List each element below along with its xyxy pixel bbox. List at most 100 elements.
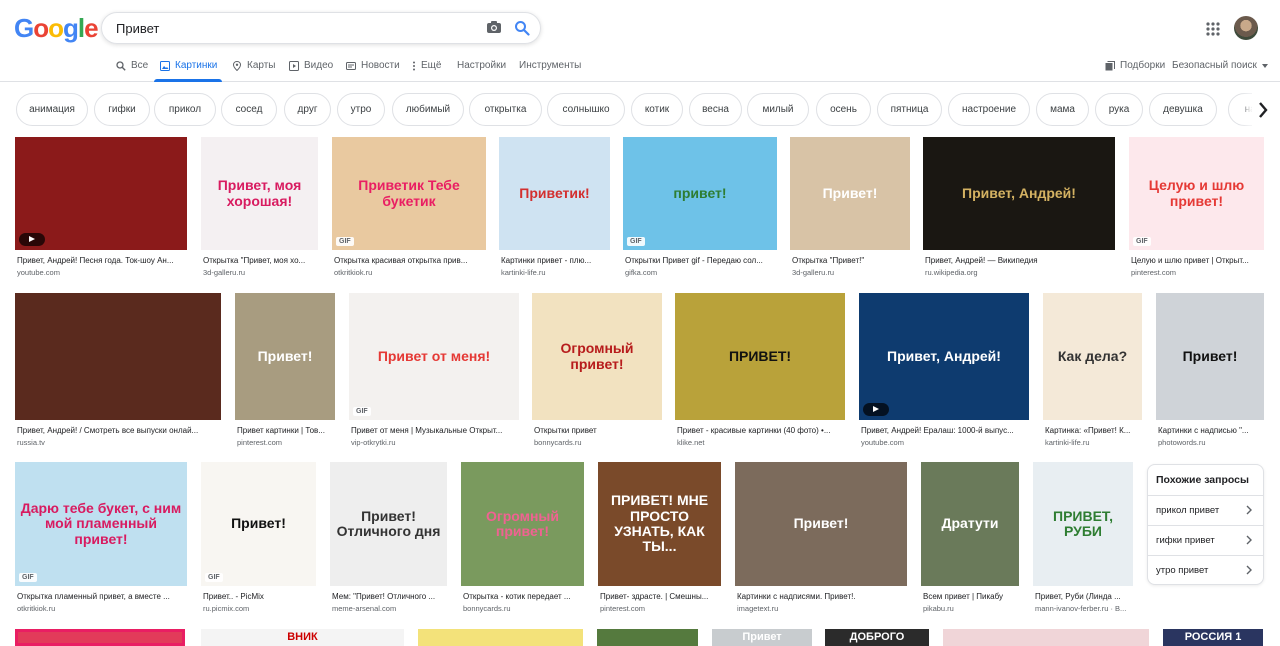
chip-16[interactable]: рука (1095, 93, 1143, 126)
result-title[interactable]: Целую и шлю привет | Открыт... (1131, 256, 1264, 265)
chip-2[interactable]: прикол (154, 93, 216, 126)
apps-grid-icon[interactable] (1206, 22, 1220, 36)
related-item[interactable]: гифки привет (1148, 525, 1263, 555)
result-title[interactable]: Всем привет | Пикабу (923, 592, 1019, 601)
chip-9[interactable]: котик (631, 93, 683, 126)
result-title[interactable]: Привет, Андрей! Песня года. Ток-шоу Ан..… (17, 256, 187, 265)
result-thumbnail[interactable]: Приветик! (499, 137, 610, 250)
image-result[interactable]: ДОБРОГО (825, 629, 929, 646)
image-result[interactable]: Дратути Всем привет | Пикабу pikabu.ru (921, 462, 1019, 618)
chip-0[interactable]: анимация (16, 93, 88, 126)
result-title[interactable]: Привет от меня | Музыкальные Открыт... (351, 426, 519, 435)
result-source[interactable]: youtube.com (861, 438, 1029, 447)
image-result[interactable]: Дарю тебе букет, с ним мой пламенный при… (15, 462, 187, 618)
result-source[interactable]: youtube.com (17, 268, 187, 277)
tools-link[interactable]: Инструменты (519, 60, 581, 71)
result-source[interactable]: imagetext.ru (737, 604, 907, 613)
related-item[interactable]: утро привет (1148, 555, 1263, 585)
chip-12[interactable]: осень (816, 93, 871, 126)
result-source[interactable]: otkritkiok.ru (334, 268, 486, 277)
image-result[interactable]: привет! GIF Открытки Привет gif - Передаю … (623, 137, 777, 282)
chip-4[interactable]: друг (284, 93, 331, 126)
image-result[interactable]: Приветик Тебе букетик GIF Открытка красива… (332, 137, 486, 282)
result-title[interactable]: Привет, Андрей! / Смотреть все выпуски о… (17, 426, 221, 435)
image-result[interactable]: ВНИК (201, 629, 404, 646)
avatar[interactable] (1234, 16, 1258, 40)
result-source[interactable]: kartinki-life.ru (501, 268, 610, 277)
image-result[interactable]: Привет (712, 629, 812, 646)
result-source[interactable]: mann-ivanov-ferber.ru · В... (1035, 604, 1133, 613)
result-title[interactable]: Открытка "Привет, моя хо... (203, 256, 318, 265)
result-source[interactable]: kartinki-life.ru (1045, 438, 1142, 447)
result-thumbnail[interactable]: ПРИВЕТ! МНЕ ПРОСТО УЗНАТЬ, КАК ТЫ... (598, 462, 721, 586)
chip-13[interactable]: пятница (877, 93, 942, 126)
result-thumbnail[interactable]: Привет! (1156, 293, 1264, 420)
result-thumbnail[interactable]: Привет, Андрей! (923, 137, 1115, 250)
result-thumbnail[interactable]: Дратути (921, 462, 1019, 586)
result-title[interactable]: Привет, Андрей! Ералаш: 1000-й выпус... (861, 426, 1029, 435)
result-title[interactable]: Привет, Руби (Линда ... (1035, 592, 1133, 601)
result-source[interactable]: gifka.com (625, 268, 777, 277)
chip-14[interactable]: настроение (948, 93, 1030, 126)
result-title[interactable]: Картинка: «Привет! К... (1045, 426, 1142, 435)
result-title[interactable]: Привет картинки | Тов... (237, 426, 335, 435)
tab-video[interactable]: Видео (289, 60, 333, 71)
image-result[interactable]: РОССИЯ 1 (1163, 629, 1263, 646)
search-input[interactable]: Привет (116, 21, 159, 36)
tab-maps[interactable]: Карты (232, 60, 276, 71)
result-title[interactable]: Мем: "Привет! Отличного ... (332, 592, 447, 601)
result-thumbnail[interactable]: Огромный привет! (532, 293, 662, 420)
result-title[interactable]: Привет.. - PicMix (203, 592, 316, 601)
result-title[interactable]: Открытки привет (534, 426, 662, 435)
image-result[interactable] (943, 629, 1149, 646)
image-result[interactable] (15, 629, 185, 646)
chip-6[interactable]: любимый (392, 93, 464, 126)
image-result[interactable]: Привет от меня! GIF Привет от меня | Музык… (349, 293, 519, 452)
result-source[interactable]: 3d-galleru.ru (792, 268, 910, 277)
google-logo[interactable]: Google (14, 13, 99, 44)
result-title[interactable]: Картинки с надписью "... (1158, 426, 1264, 435)
chip-5[interactable]: утро (337, 93, 385, 126)
chip-11[interactable]: милый (747, 93, 809, 126)
result-title[interactable]: Открытка пламенный привет, а вместе ... (17, 592, 187, 601)
image-result[interactable]: ПРИВЕТ, РУБИ Привет, Руби (Линда ... mann-… (1033, 462, 1133, 618)
result-thumbnail[interactable]: Привет! (790, 137, 910, 250)
result-thumbnail[interactable]: Привет! (235, 293, 335, 420)
result-thumbnail[interactable]: Целую и шлю привет! GIF (1129, 137, 1264, 250)
result-source[interactable]: klike.net (677, 438, 845, 447)
image-result[interactable]: Привет, Андрей! Привет, Андрей! Ералаш: 1… (859, 293, 1029, 452)
settings-link[interactable]: Настройки (457, 60, 506, 71)
result-thumbnail[interactable]: Привет! Отличного дня (330, 462, 447, 586)
result-source[interactable]: vip-otkrytki.ru (351, 438, 519, 447)
chip-7[interactable]: открытка (469, 93, 542, 126)
image-result[interactable]: Привет! Привет картинки | Тов... pinterest… (235, 293, 335, 452)
result-source[interactable]: bonnycards.ru (534, 438, 662, 447)
image-result[interactable]: Приветик! Картинки привет - плю... kartink… (499, 137, 610, 282)
result-thumbnail[interactable]: Дарю тебе букет, с ним мой пламенный при… (15, 462, 187, 586)
result-thumbnail[interactable]: Привет! GIF (201, 462, 316, 586)
image-result[interactable]: Как дела? Картинка: «Привет! К... kartinki… (1043, 293, 1142, 452)
image-result[interactable] (597, 629, 698, 646)
result-thumbnail[interactable]: Привет! (735, 462, 907, 586)
image-result[interactable]: ПРИВЕТ! Привет - красивые картинки (40 фо… (675, 293, 845, 452)
result-thumbnail[interactable]: Привет, Андрей! (859, 293, 1029, 420)
result-title[interactable]: Открытка "Привет!" (792, 256, 910, 265)
result-thumbnail[interactable]: ПРИВЕТ! (675, 293, 845, 420)
chip-8[interactable]: солнышко (547, 93, 625, 126)
image-result[interactable]: Огромный привет! Открытки привет bonnycard… (532, 293, 662, 452)
result-thumbnail[interactable] (15, 137, 187, 250)
image-result[interactable]: ПРИВЕТ! МНЕ ПРОСТО УЗНАТЬ, КАК ТЫ... Прив… (598, 462, 721, 618)
result-title[interactable]: Картинки с надписями. Привет!. (737, 592, 907, 601)
result-title[interactable]: Привет, Андрей! — Википедия (925, 256, 1115, 265)
image-result[interactable]: Привет, моя хорошая! Открытка "Привет, мо… (201, 137, 318, 282)
chip-3[interactable]: сосед (221, 93, 277, 126)
result-source[interactable]: ru.picmix.com (203, 604, 316, 613)
result-title[interactable]: Привет- здрасте. | Смешны... (600, 592, 721, 601)
image-result[interactable]: Привет! Открытка "Привет!" 3d-galleru.ru (790, 137, 910, 282)
tab-all[interactable]: Все (116, 60, 148, 71)
result-source[interactable]: 3d-galleru.ru (203, 268, 318, 277)
result-thumbnail[interactable]: Приветик Тебе букетик GIF (332, 137, 486, 250)
related-item[interactable]: прикол привет (1148, 495, 1263, 525)
image-result[interactable]: Привет, Андрей! Песня года. Ток-шоу Ан..… (15, 137, 187, 282)
tab-news[interactable]: Новости (346, 60, 400, 71)
